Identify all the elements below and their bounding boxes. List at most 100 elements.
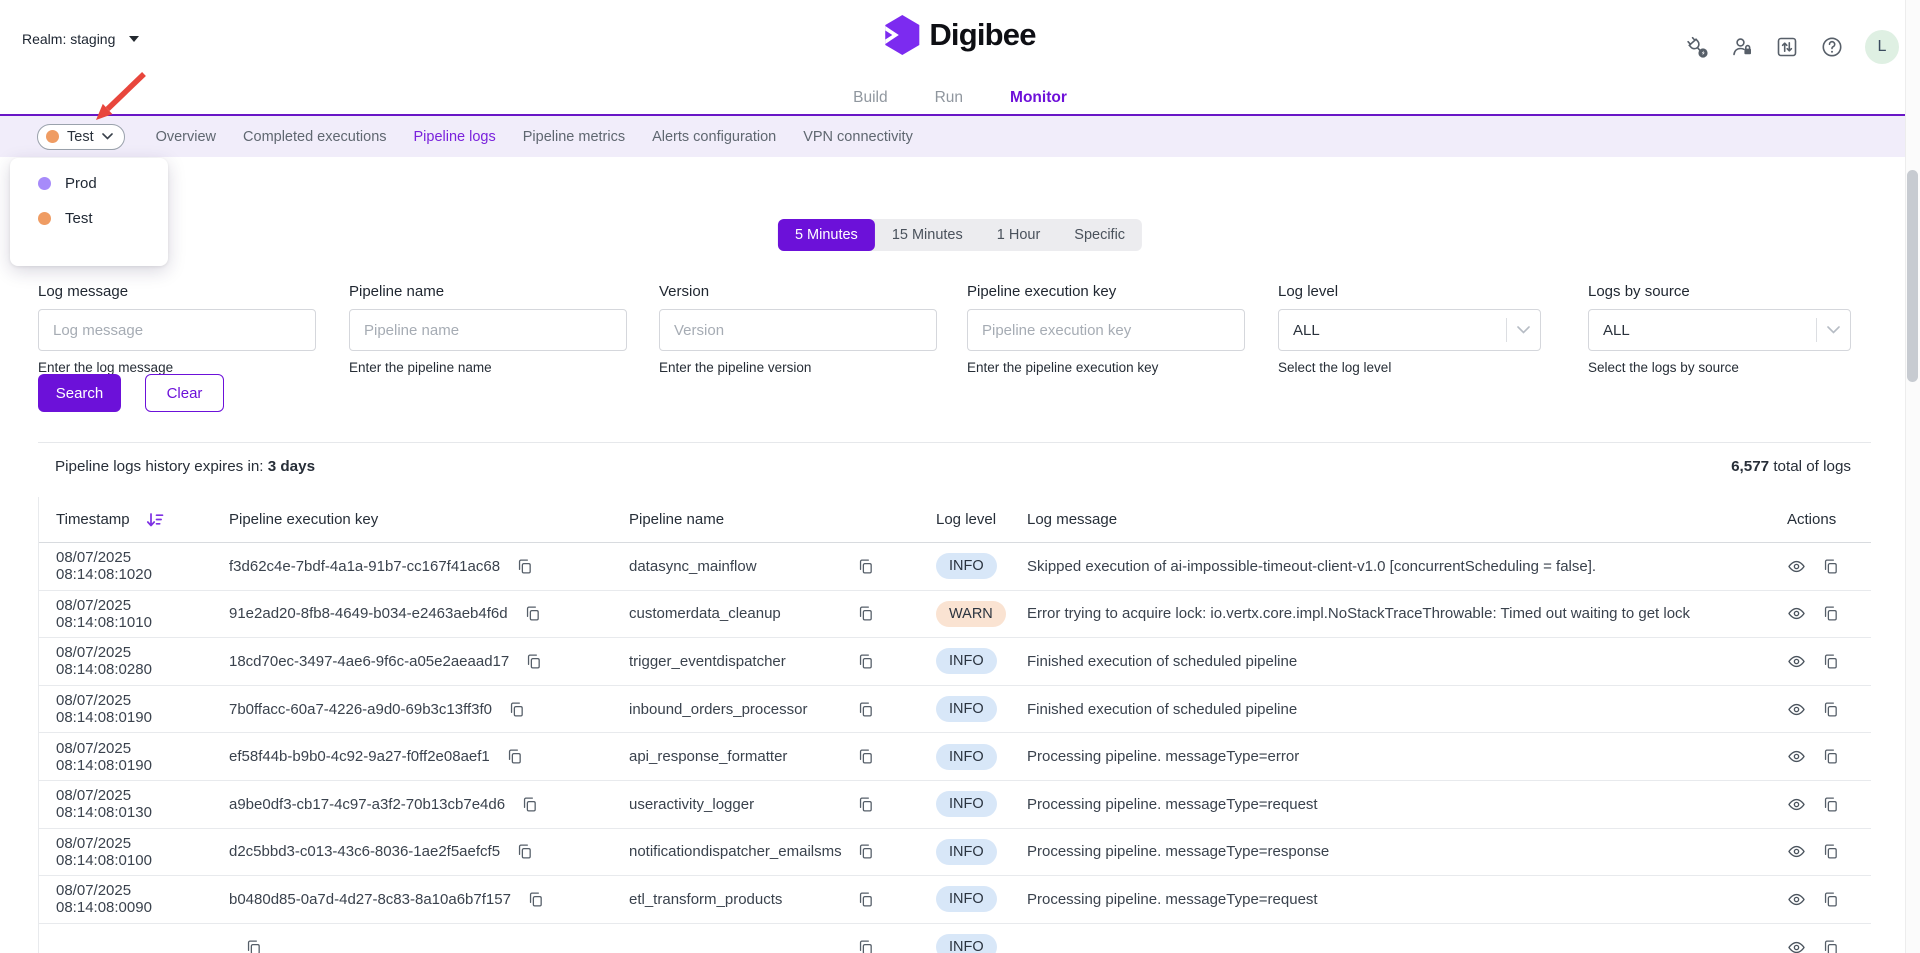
filter-logs-by-source: Logs by source ALL Select the logs by so… <box>1588 283 1851 375</box>
cell-pipeline-name: trigger_eventdispatcher <box>629 653 936 670</box>
panel-switch-icon[interactable] <box>1775 35 1799 59</box>
history-expiry-text: Pipeline logs history expires in: 3 days <box>55 458 315 475</box>
environment-dot-icon <box>38 212 51 225</box>
monitor-subnav: Test Overview Completed executions Pipel… <box>0 114 1920 157</box>
main-tab[interactable]: Build <box>853 89 887 107</box>
copy-icon[interactable] <box>245 939 262 953</box>
cell-execution-key <box>229 939 629 953</box>
copy-icon[interactable] <box>1822 605 1839 622</box>
time-range-option[interactable]: 5 Minutes <box>778 219 875 251</box>
copy-icon[interactable] <box>1822 843 1839 860</box>
time-range-option[interactable]: Specific <box>1057 219 1142 251</box>
log-level-select[interactable]: ALL <box>1278 309 1541 351</box>
time-range-option[interactable]: 15 Minutes <box>875 219 980 251</box>
copy-icon[interactable] <box>1822 701 1839 718</box>
copy-icon[interactable] <box>1822 653 1839 670</box>
log-message-input[interactable] <box>38 309 316 351</box>
search-button[interactable]: Search <box>38 374 121 412</box>
pipeline-name-input[interactable] <box>349 309 627 351</box>
execution-key-input[interactable] <box>967 309 1245 351</box>
table-row: 08/07/2025 08:14:08:0130 a9be0df3-cb17-4… <box>39 781 1871 829</box>
table-row: INFO <box>39 924 1871 953</box>
filter-execution-key: Pipeline execution key Enter the pipelin… <box>967 283 1245 375</box>
cell-log-message: Finished execution of scheduled pipeline <box>1027 653 1766 670</box>
copy-icon[interactable] <box>516 558 533 575</box>
clear-button[interactable]: Clear <box>145 374 224 412</box>
cell-log-message: Error trying to acquire lock: io.vertx.c… <box>1027 605 1766 622</box>
view-log-icon[interactable] <box>1787 890 1806 909</box>
environment-menu-item[interactable]: Test <box>10 201 168 236</box>
version-input[interactable] <box>659 309 937 351</box>
main-tab[interactable]: Run <box>935 89 963 107</box>
view-log-icon[interactable] <box>1787 652 1806 671</box>
filter-helper: Enter the log message <box>38 360 316 375</box>
view-log-icon[interactable] <box>1787 938 1806 953</box>
copy-icon[interactable] <box>857 605 874 622</box>
cell-pipeline-name: inbound_orders_processor <box>629 701 936 718</box>
copy-icon[interactable] <box>527 891 544 908</box>
copy-icon[interactable] <box>525 653 542 670</box>
copy-icon[interactable] <box>857 843 874 860</box>
copy-icon[interactable] <box>1822 891 1839 908</box>
vertical-scrollbar <box>1905 0 1920 953</box>
filter-log-level: Log level ALL Select the log level <box>1278 283 1541 375</box>
subnav-item[interactable]: Pipeline metrics <box>523 129 625 145</box>
avatar-initial: L <box>1878 38 1887 56</box>
copy-icon[interactable] <box>1822 748 1839 765</box>
subnav-item[interactable]: Overview <box>156 129 216 145</box>
copy-icon[interactable] <box>521 796 538 813</box>
environment-menu-item[interactable]: Prod <box>10 166 168 201</box>
copy-icon[interactable] <box>508 701 525 718</box>
copy-icon[interactable] <box>857 748 874 765</box>
chevron-down-icon <box>1517 326 1530 334</box>
time-range-option[interactable]: 1 Hour <box>980 219 1058 251</box>
copy-icon[interactable] <box>1822 939 1839 953</box>
environment-dropdown[interactable]: Test <box>37 124 125 150</box>
copy-icon[interactable] <box>524 605 541 622</box>
cell-log-level: INFO <box>936 553 1027 579</box>
user-permissions-icon[interactable] <box>1730 35 1754 59</box>
sort-descending-icon[interactable] <box>146 512 164 528</box>
main-tab[interactable]: Monitor <box>1010 89 1067 107</box>
help-icon[interactable] <box>1820 35 1844 59</box>
environment-menu: Prod Test <box>10 158 168 266</box>
copy-icon[interactable] <box>857 653 874 670</box>
table-row: 08/07/2025 08:14:08:0280 18cd70ec-3497-4… <box>39 638 1871 686</box>
view-log-icon[interactable] <box>1787 557 1806 576</box>
copy-icon[interactable] <box>857 939 874 953</box>
copy-icon[interactable] <box>857 701 874 718</box>
table-body: 08/07/2025 08:14:08:1020 f3d62c4e-7bdf-4… <box>39 543 1871 953</box>
cell-pipeline-name: api_response_formatter <box>629 748 936 765</box>
copy-icon[interactable] <box>857 891 874 908</box>
view-log-icon[interactable] <box>1787 842 1806 861</box>
connection-status-icon[interactable] <box>1685 35 1709 59</box>
copy-icon[interactable] <box>857 796 874 813</box>
column-header-log-level: Log level <box>936 511 1027 528</box>
subnav-item[interactable]: VPN connectivity <box>803 129 913 145</box>
filter-helper: Enter the pipeline version <box>659 360 937 375</box>
copy-icon[interactable] <box>857 558 874 575</box>
logs-by-source-select[interactable]: ALL <box>1588 309 1851 351</box>
copy-icon[interactable] <box>506 748 523 765</box>
view-log-icon[interactable] <box>1787 604 1806 623</box>
scrollbar-thumb[interactable] <box>1907 170 1918 382</box>
cell-timestamp: 08/07/2025 08:14:08:0190 <box>39 740 229 774</box>
select-divider <box>1816 318 1817 342</box>
copy-icon[interactable] <box>1822 558 1839 575</box>
subnav-item[interactable]: Pipeline logs <box>414 129 496 145</box>
cell-timestamp: 08/07/2025 08:14:08:0190 <box>39 692 229 726</box>
cell-log-level: INFO <box>936 791 1027 817</box>
cell-log-level: INFO <box>936 696 1027 722</box>
subnav-item[interactable]: Completed executions <box>243 129 386 145</box>
view-log-icon[interactable] <box>1787 700 1806 719</box>
environment-menu-label: Test <box>65 210 93 227</box>
view-log-icon[interactable] <box>1787 795 1806 814</box>
copy-icon[interactable] <box>516 843 533 860</box>
view-log-icon[interactable] <box>1787 747 1806 766</box>
subnav-item[interactable]: Alerts configuration <box>652 129 776 145</box>
realm-selector[interactable]: Realm: staging <box>22 31 139 47</box>
user-avatar[interactable]: L <box>1865 30 1899 64</box>
cell-pipeline-name: etl_transform_products <box>629 891 936 908</box>
cell-actions <box>1766 795 1871 814</box>
copy-icon[interactable] <box>1822 796 1839 813</box>
